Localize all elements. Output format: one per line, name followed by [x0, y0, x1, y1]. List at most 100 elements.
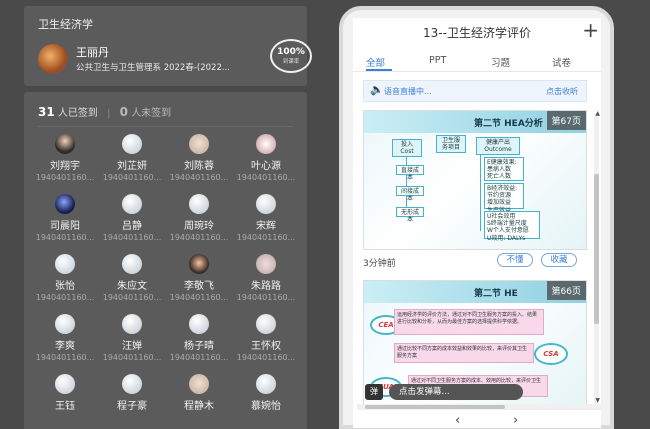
active-tab-indicator — [366, 69, 392, 71]
student-item[interactable]: 汪婵 1940401160... — [99, 314, 165, 374]
student-item[interactable]: 王怀权 1940401160... — [233, 314, 299, 374]
attendance-summary: 31 人已签到 | 0 人未签到 — [38, 104, 171, 119]
scroll-down-icon[interactable]: ▼ — [595, 397, 600, 404]
slide-text-1: 运用经济学的评价方法，通过对不同卫生服务方案的投入、结果进行比较和分析，从而为最… — [394, 309, 544, 335]
student-name: 李爽 — [55, 341, 75, 352]
student-item[interactable]: 周琬玲 1940401160... — [166, 194, 232, 254]
student-avatar — [256, 254, 276, 274]
student-avatar — [189, 134, 209, 154]
diagram-intangible-cost: 无形成本 — [396, 207, 424, 223]
slide-timestamp: 3分钟前 — [363, 259, 396, 269]
student-id: 1940401160... — [236, 233, 296, 242]
favorite-button[interactable]: 收藏 — [541, 253, 577, 267]
student-name: 程静木 — [184, 401, 214, 412]
student-avatar — [189, 194, 209, 214]
student-name: 朱应文 — [117, 281, 147, 292]
student-item[interactable]: 刘陈蓉 1940401160... — [166, 134, 232, 194]
student-avatar — [55, 254, 75, 274]
student-id: 1940401160... — [102, 353, 162, 362]
teacher-avatar — [38, 44, 68, 74]
danmu-toggle-button[interactable]: 弹 — [365, 384, 383, 400]
phone-frame: 13--卫生经济学评价 + 全部 PPT 习题 试卷 🔈 语音直播中... 点击… — [339, 6, 614, 429]
student-name: 吕静 — [122, 221, 142, 232]
course-title: 卫生经济学 — [38, 18, 93, 31]
student-item[interactable]: 李敬飞 1940401160... — [166, 254, 232, 314]
vertical-scrollbar[interactable] — [594, 114, 599, 404]
unsigned-count: 0 — [119, 105, 128, 119]
listen-button[interactable]: 点击收听 — [546, 86, 578, 97]
student-id: 1940401160... — [169, 293, 229, 302]
student-avatar — [55, 314, 75, 334]
danmu-input[interactable]: 点击发弹幕... — [389, 384, 523, 400]
student-avatar — [256, 374, 276, 394]
student-name: 张怡 — [55, 281, 75, 292]
student-name: 王怀权 — [251, 341, 281, 352]
phone-screen: 13--卫生经济学评价 + 全部 PPT 习题 试卷 🔈 语音直播中... 点击… — [353, 18, 601, 428]
attendance-rate-label: 到课率 — [282, 59, 300, 65]
student-avatar — [256, 314, 276, 334]
diagram-direct-cost: 直接成本 — [396, 165, 424, 181]
student-item[interactable]: 李爽 1940401160... — [32, 314, 98, 374]
tab-exam[interactable]: 试卷 — [552, 55, 571, 69]
dont-understand-button[interactable]: 不懂 — [497, 253, 533, 267]
diagram-service-box: 卫生服 务项目 — [436, 135, 466, 153]
live-status-text: 语音直播中... — [384, 87, 432, 96]
student-item[interactable]: 朱路路 1940401160... — [233, 254, 299, 314]
live-audio-bar[interactable]: 🔈 语音直播中... 点击收听 — [363, 80, 587, 102]
student-id: 1940401160... — [169, 233, 229, 242]
student-avatar — [55, 134, 75, 154]
scroll-thumb[interactable] — [594, 174, 599, 324]
diagram-input-box: 投入 Cost — [392, 139, 422, 157]
student-id: 1940401160... — [35, 233, 95, 242]
slide-card-67[interactable]: 第二节 HEA分析 第67页 投入 Cost 卫生服 务项目 健康产出 Outc… — [363, 110, 587, 250]
unsigned-label: 人未签到 — [131, 108, 172, 119]
student-item[interactable]: 叶心源 1940401160... — [233, 134, 299, 194]
student-item[interactable]: 王钰 — [32, 374, 98, 429]
student-avatar — [122, 254, 142, 274]
student-avatar — [55, 194, 75, 214]
speaker-icon: 🔈 — [370, 83, 384, 96]
add-icon[interactable]: + — [582, 18, 599, 42]
student-id: 1940401160... — [35, 353, 95, 362]
tab-ppt[interactable]: PPT — [429, 55, 446, 66]
slide-text-2: 通过比较不同方案的成本效益和效果的比较，来评价其卫生服务方案 — [394, 343, 534, 363]
tab-exercises[interactable]: 习题 — [491, 55, 510, 69]
csa-oval: CSA — [534, 343, 568, 365]
student-item[interactable]: 朱应文 1940401160... — [99, 254, 165, 314]
student-item[interactable]: 程子豪 — [99, 374, 165, 429]
next-icon[interactable]: › — [513, 413, 518, 428]
student-name: 周琬玲 — [184, 221, 214, 232]
student-item[interactable]: 杨子晴 1940401160... — [166, 314, 232, 374]
student-item[interactable]: 司晨阳 1940401160... — [32, 194, 98, 254]
student-item[interactable]: 慕婉怡 — [233, 374, 299, 429]
student-item[interactable]: 刘芷妍 1940401160... — [99, 134, 165, 194]
slide-heading: 第二节 HEA分析 — [474, 119, 543, 129]
signed-count: 31 — [38, 105, 55, 119]
tab-all[interactable]: 全部 — [366, 55, 385, 69]
student-item[interactable]: 张怡 1940401160... — [32, 254, 98, 314]
tab-bar: 全部 PPT 习题 试卷 — [353, 50, 601, 72]
student-id: 1940401160... — [236, 353, 296, 362]
student-item[interactable]: 程静木 — [166, 374, 232, 429]
student-name: 司晨阳 — [50, 221, 80, 232]
student-avatar — [256, 134, 276, 154]
slide-page-label: 第67页 — [546, 111, 586, 130]
teacher-name: 王丽丹 — [76, 46, 109, 59]
student-avatar — [122, 314, 142, 334]
student-item[interactable]: 吕静 1940401160... — [99, 194, 165, 254]
student-name: 杨子晴 — [184, 341, 214, 352]
horizontal-scrollbar[interactable] — [357, 404, 601, 410]
student-item[interactable]: 宋辉 1940401160... — [233, 194, 299, 254]
student-name: 程子豪 — [117, 401, 147, 412]
horizontal-scroll-thumb[interactable] — [365, 405, 505, 409]
scroll-up-icon[interactable]: ▲ — [595, 110, 600, 117]
student-name: 王钰 — [55, 401, 75, 412]
student-item[interactable]: 刘翔宇 1940401160... — [32, 134, 98, 194]
student-id: 1940401160... — [35, 293, 95, 302]
signed-label: 人已签到 — [57, 108, 98, 119]
prev-icon[interactable]: ‹ — [455, 413, 460, 428]
summary-separator: | — [107, 108, 111, 119]
student-id: 1940401160... — [169, 173, 229, 182]
student-name: 朱路路 — [251, 281, 281, 292]
student-avatar — [122, 374, 142, 394]
